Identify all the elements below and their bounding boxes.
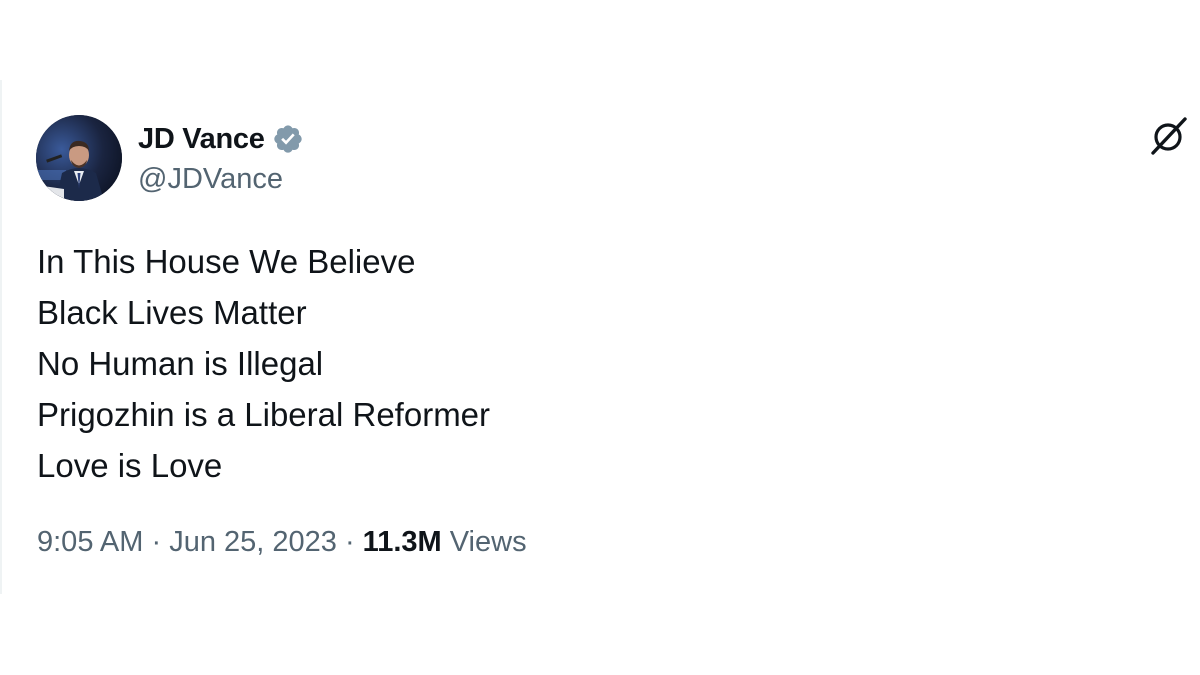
- avatar-photo: [36, 115, 122, 201]
- tweet-date[interactable]: Jun 25, 2023: [169, 526, 337, 558]
- x-logo-icon[interactable]: [1148, 115, 1190, 157]
- author-row: JD Vance: [138, 121, 304, 157]
- tweet-line: Love is Love: [37, 447, 223, 484]
- tweet-line: In This House We Believe: [37, 243, 416, 280]
- tweet-meta: 9:05 AM · Jun 25, 2023 · 11.3M Views: [37, 526, 527, 559]
- tweet-line: No Human is Illegal: [37, 345, 324, 382]
- author-handle[interactable]: @JDVance: [138, 163, 283, 196]
- meta-separator: ·: [344, 526, 363, 558]
- verified-badge-icon: [272, 123, 304, 155]
- tweet-line: Prigozhin is a Liberal Reformer: [37, 396, 491, 433]
- tweet-text: In This House We Believe Black Lives Mat…: [37, 236, 1037, 491]
- display-name[interactable]: JD Vance: [138, 123, 265, 156]
- card-left-border: [0, 80, 2, 594]
- avatar[interactable]: [36, 115, 122, 201]
- meta-separator: ·: [151, 526, 170, 558]
- tweet-line: Black Lives Matter: [37, 294, 307, 331]
- views-count: 11.3M: [362, 526, 442, 558]
- tweet-time[interactable]: 9:05 AM: [37, 526, 143, 558]
- views-label: Views: [449, 526, 527, 558]
